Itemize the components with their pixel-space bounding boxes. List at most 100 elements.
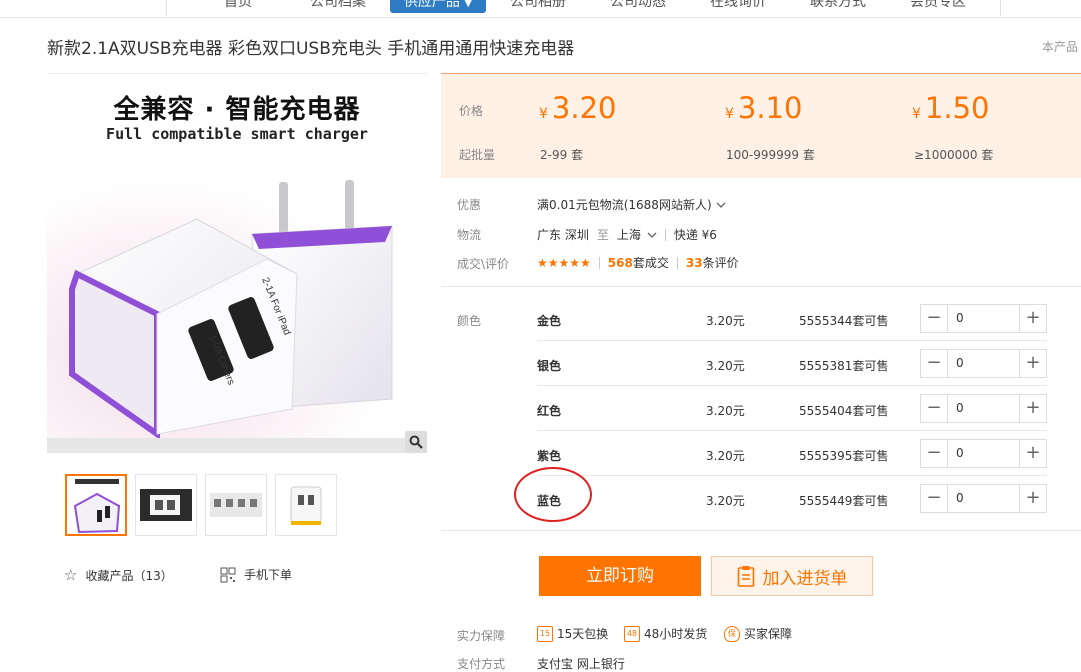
decrement-button[interactable]: − — [921, 350, 948, 377]
quantity-stepper: − 0 + — [920, 484, 1047, 513]
shield-icon: 保 — [724, 625, 740, 642]
tier-batch-2-range: 100-999999 — [726, 148, 800, 162]
nav-separator — [1000, 0, 1001, 16]
guarantee-buyer[interactable]: 保 买家保障 — [724, 625, 792, 642]
quantity-input[interactable]: 0 — [948, 305, 1019, 332]
increment-button[interactable]: + — [1019, 485, 1046, 512]
thumbnail-1[interactable] — [65, 474, 127, 536]
row-divider — [537, 430, 1047, 431]
quantity-input[interactable]: 0 — [948, 485, 1019, 512]
sku-stock: 5555344套可售 — [799, 314, 889, 328]
deals-link[interactable]: 568套成交 — [608, 254, 669, 271]
buy-now-button[interactable]: 立即订购 — [539, 556, 701, 596]
tier-price-1: ¥3.20 — [539, 91, 617, 125]
logistics-label: 物流 — [457, 228, 482, 242]
sku-stock: 5555404套可售 — [799, 404, 889, 418]
shipping-fee: 快递 ¥6 — [673, 228, 717, 242]
decrement-button[interactable]: − — [921, 440, 948, 467]
quantity-stepper: − 0 + — [920, 439, 1047, 468]
clipboard-icon — [737, 566, 754, 587]
ship-from: 广东 深圳 — [537, 228, 589, 242]
tier-price-2: ¥3.10 — [725, 91, 803, 125]
increment-button[interactable]: + — [1019, 305, 1046, 332]
decrement-button[interactable]: − — [921, 485, 948, 512]
tier-batch-3: ≥1000000 套 — [914, 146, 993, 163]
section-divider — [441, 530, 1081, 531]
magnifier-icon[interactable] — [405, 431, 427, 453]
tier-batch-3-unit: 套 — [981, 148, 994, 162]
nav-item-contact[interactable]: 联系方式 — [798, 0, 878, 13]
qrcode-icon — [220, 567, 236, 582]
chevron-down-icon: ▼ — [464, 0, 473, 9]
guarantee-shipping[interactable]: 48 48小时发货 — [624, 625, 707, 642]
nav-item-inquiry[interactable]: 在线询价 — [698, 0, 778, 13]
rating-stars: ★★★★★ — [537, 255, 591, 270]
quantity-input[interactable]: 0 — [948, 395, 1019, 422]
sku-name: 红色 — [537, 404, 562, 418]
tier-batch-1-unit: 套 — [571, 148, 584, 162]
tier-batch-2-unit: 套 — [802, 148, 815, 162]
quantity-input[interactable]: 0 — [948, 350, 1019, 377]
tier-price-2-value: 3.10 — [737, 91, 803, 125]
discount-dropdown[interactable]: 满0.01元包物流(1688网站新人) — [537, 196, 726, 213]
mobile-order-button[interactable]: 手机下单 — [220, 566, 292, 583]
deals-count: 568 — [607, 256, 633, 270]
nav-item-products-label: 供应产品 — [403, 0, 460, 10]
corner-text: 本产品 — [1042, 40, 1079, 54]
sku-stock: 5555381套可售 — [799, 359, 889, 373]
sku-name: 紫色 — [537, 449, 562, 463]
chevron-down-icon — [647, 232, 657, 238]
currency-symbol: ¥ — [539, 106, 548, 122]
favorite-button[interactable]: ☆ 收藏产品（13） — [64, 566, 173, 584]
reviews-count: 33 — [685, 256, 703, 270]
decrement-button[interactable]: − — [921, 305, 948, 332]
product-main-image[interactable]: 全兼容 · 智能充电器 Full compatible smart charge… — [47, 73, 427, 453]
sku-price: 3.20元 — [706, 314, 745, 328]
sku-stock: 5555449套可售 — [799, 494, 889, 508]
divider — [664, 228, 666, 241]
add-to-cart-button[interactable]: 加入进货单 — [711, 556, 873, 596]
chevron-down-icon — [716, 202, 726, 208]
decrement-button[interactable]: − — [921, 395, 948, 422]
ship-to-select[interactable]: 上海 — [617, 226, 657, 243]
guarantee-exchange[interactable]: 15 15天包换 — [537, 625, 608, 642]
deals-text: 套成交 — [632, 256, 669, 270]
star-outline-icon: ☆ — [64, 566, 78, 584]
sku-stock: 5555395套可售 — [799, 449, 889, 463]
sku-name: 金色 — [537, 314, 562, 328]
nav-item-news[interactable]: 公司动态 — [598, 0, 678, 13]
nav-item-members[interactable]: 会员专区 — [898, 0, 978, 13]
mobile-order-label: 手机下单 — [244, 568, 293, 582]
nav-item-products[interactable]: 供应产品 ▼ — [390, 0, 486, 13]
quantity-stepper: − 0 + — [920, 394, 1047, 423]
thumbnail-2[interactable] — [135, 474, 197, 536]
sku-price: 3.20元 — [706, 404, 745, 418]
quantity-stepper: − 0 + — [920, 304, 1047, 333]
top-nav: 首页 公司档案 供应产品 ▼ 公司相册 公司动态 在线询价 联系方式 会员专区 — [0, 0, 1081, 18]
discount-label: 优惠 — [457, 198, 482, 212]
rating-row: ★★★★★ 568套成交 33条评价 — [537, 254, 739, 271]
reviews-link[interactable]: 33条评价 — [686, 254, 739, 271]
increment-button[interactable]: + — [1019, 440, 1046, 467]
increment-button[interactable]: + — [1019, 395, 1046, 422]
row-divider — [537, 385, 1047, 386]
tier-batch-1: 2-99 套 — [540, 146, 583, 163]
tier-price-3-value: 1.50 — [924, 91, 990, 125]
tier-price-3: ¥1.50 — [912, 91, 990, 125]
thumbnail-3[interactable] — [205, 474, 267, 536]
guarantee-exchange-text: 15天包换 — [557, 627, 609, 641]
nav-item-album[interactable]: 公司相册 — [498, 0, 578, 13]
nav-item-home[interactable]: 首页 — [208, 0, 268, 13]
section-divider — [441, 286, 1081, 287]
increment-button[interactable]: + — [1019, 350, 1046, 377]
ship-to-city: 上海 — [616, 228, 641, 242]
nav-item-profile[interactable]: 公司档案 — [298, 0, 378, 13]
color-label: 颜色 — [457, 314, 482, 328]
tier-batch-2: 100-999999 套 — [726, 146, 815, 163]
reviews-text: 条评价 — [702, 256, 739, 270]
currency-symbol: ¥ — [725, 106, 734, 122]
thumbnail-4[interactable] — [275, 474, 337, 536]
sku-price: 3.20元 — [706, 359, 745, 373]
quantity-input[interactable]: 0 — [948, 440, 1019, 467]
charger-illustration: 2-1A For iPad 1-0A Others — [47, 164, 427, 453]
